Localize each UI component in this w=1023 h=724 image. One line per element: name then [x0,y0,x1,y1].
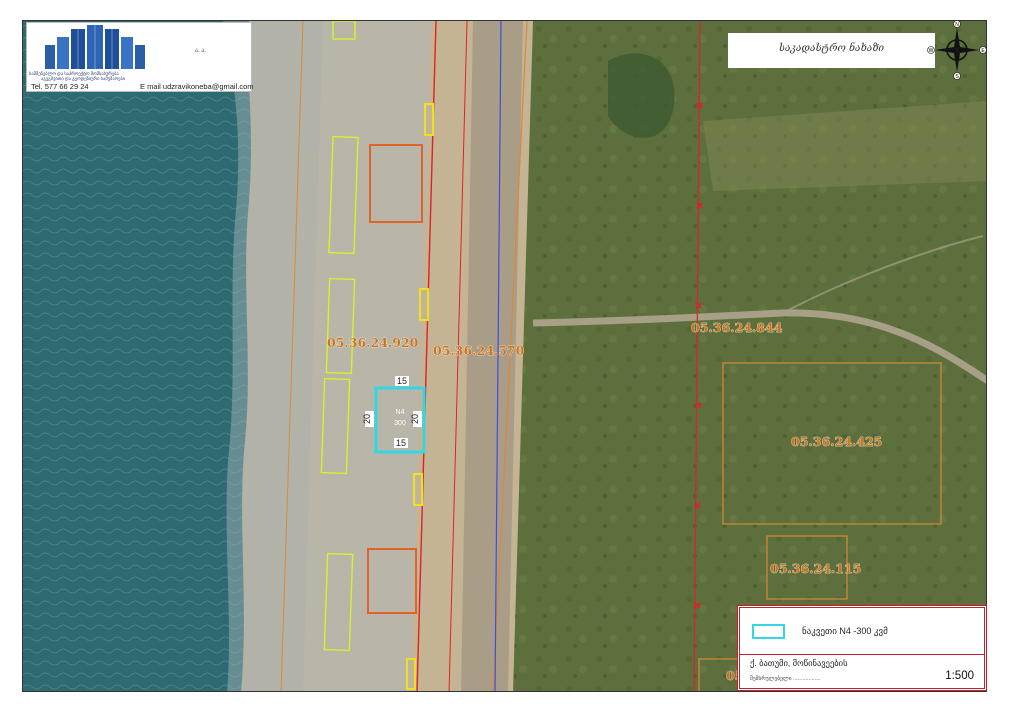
map-title-panel: საკადასტრო ნახაზი [728,33,935,68]
logo-small-text: ა. ა. [195,48,207,54]
company-email: E mail udzravikoneba@gmail.com [140,82,254,91]
legend-swatch-selected-plot [752,624,785,639]
parcel-label-920: 05.36.24.920 [327,335,419,350]
compass-north: N [955,22,959,28]
legend-location: ქ. ბათუმი, მოწინავეების [750,658,848,668]
building-logo-icon [45,25,145,69]
parcel-label-570: 05.36.24.570 [433,343,525,358]
parcel-label-115: 05.36.24.115 [770,561,861,576]
map-canvas: N4 300 15 15 20 20 05.36.24.920 05.36.24… [23,21,986,691]
compass-west: W [929,48,934,54]
compass-rose-icon: N S W E [927,20,987,80]
map-scale: 1:500 [945,670,974,682]
legend-prepared-by: შემსრულებელი .................. [750,676,821,682]
legend-panel: ნაკვეთი N4 -300 კვმ ქ. ბათუმი, მოწინავეე… [737,605,987,691]
plot-left-dimension: 20 [362,414,372,424]
plot-area: 300 [394,420,406,427]
legend-plot-label: ნაკვეთი N4 -300 კვმ [802,626,888,636]
parcel-label-844: 05.36.24.844 [691,320,783,335]
map-view[interactable]: N4 300 15 15 20 20 05.36.24.920 05.36.24… [22,20,987,692]
plot-top-dimension: 15 [397,376,407,386]
plot-right-dimension: 20 [410,414,420,424]
legend-row-plot: ნაკვეთი N4 -300 კვმ [740,608,984,655]
company-phone: Tel. 577 66 29 24 [31,82,89,91]
plot-name: N4 [396,409,405,416]
map-title: საკადასტრო ნახაზი [778,43,885,54]
plot-bottom-dimension: 15 [396,438,406,448]
sea-waves [23,21,263,691]
company-logo-panel: ა. ა. სამშენებლო და საპროექტო მომსახურებ… [26,22,254,92]
parcel-label-425: 05.36.24.425 [791,434,882,449]
